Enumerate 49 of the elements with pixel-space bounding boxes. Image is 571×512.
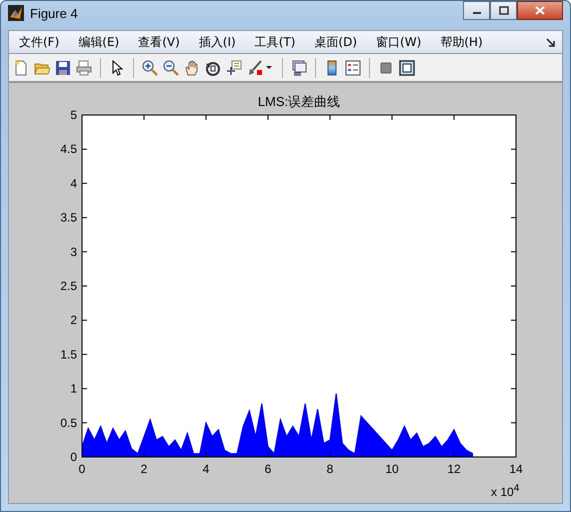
square-icon[interactable]: [378, 60, 394, 76]
maximize-icon: [498, 6, 508, 15]
minimize-button[interactable]: [463, 1, 490, 20]
x-tick-label: 4: [202, 462, 210, 476]
y-tick-label: 3.5: [60, 210, 77, 225]
x-tick-label: 6: [264, 462, 272, 476]
chart-title: LMS:误差曲线: [258, 94, 340, 109]
x-tick-label: 2: [140, 462, 148, 476]
brush-icon[interactable]: [247, 60, 263, 76]
x-tick-label: 12: [447, 462, 461, 476]
linked-plot-icon[interactable]: [291, 60, 307, 76]
zoom-in-icon[interactable]: [142, 60, 158, 76]
y-tick-label: 3: [70, 244, 77, 259]
menu-item[interactable]: 桌面(D): [308, 34, 364, 51]
x-tick-label: 8: [326, 462, 334, 476]
y-tick-label: 1: [70, 382, 77, 396]
y-tick-label: 4: [70, 176, 77, 190]
rotate-3d-icon[interactable]: [205, 60, 221, 76]
printer-icon[interactable]: [76, 60, 92, 76]
y-tick-label: 0.5: [60, 416, 77, 430]
menu-item[interactable]: 查看(V): [132, 34, 186, 51]
close-button[interactable]: [517, 1, 563, 20]
data-cursor-icon[interactable]: [226, 60, 242, 76]
menu-item[interactable]: 帮助(H): [434, 34, 489, 51]
y-tick-label: 4.5: [60, 142, 77, 156]
maximize-button[interactable]: [490, 1, 517, 20]
hand-icon[interactable]: [184, 60, 200, 76]
zoom-out-icon[interactable]: [163, 60, 179, 76]
legend-icon[interactable]: [345, 60, 361, 76]
y-tick-label: 1.5: [60, 347, 77, 362]
x-tick-label: 14: [509, 462, 523, 476]
menu-item[interactable]: 编辑(E): [72, 34, 126, 51]
menu-item[interactable]: 插入(I): [192, 34, 242, 51]
menu-item[interactable]: 文件(F): [13, 34, 66, 51]
menu-item[interactable]: 工具(T): [248, 34, 302, 51]
y-tick-label: 0: [70, 450, 77, 464]
x-tick-label: 10: [385, 462, 399, 476]
app-icon: [8, 5, 24, 22]
dock-arrow-icon[interactable]: [546, 38, 555, 47]
y-tick-label: 5: [70, 108, 77, 122]
x-tick-label: 0: [78, 462, 86, 476]
close-icon: [535, 6, 545, 15]
y-tick-label: 2.5: [60, 279, 77, 293]
y-tick-label: 2: [70, 313, 77, 328]
window-title: Figure 4: [30, 6, 78, 21]
axis-multiplier: x 10$^{4}$: [491, 483, 520, 499]
panel-window-icon[interactable]: [399, 60, 415, 76]
new-file-icon[interactable]: [13, 60, 29, 76]
menu-item[interactable]: 窗口(W): [370, 34, 428, 51]
